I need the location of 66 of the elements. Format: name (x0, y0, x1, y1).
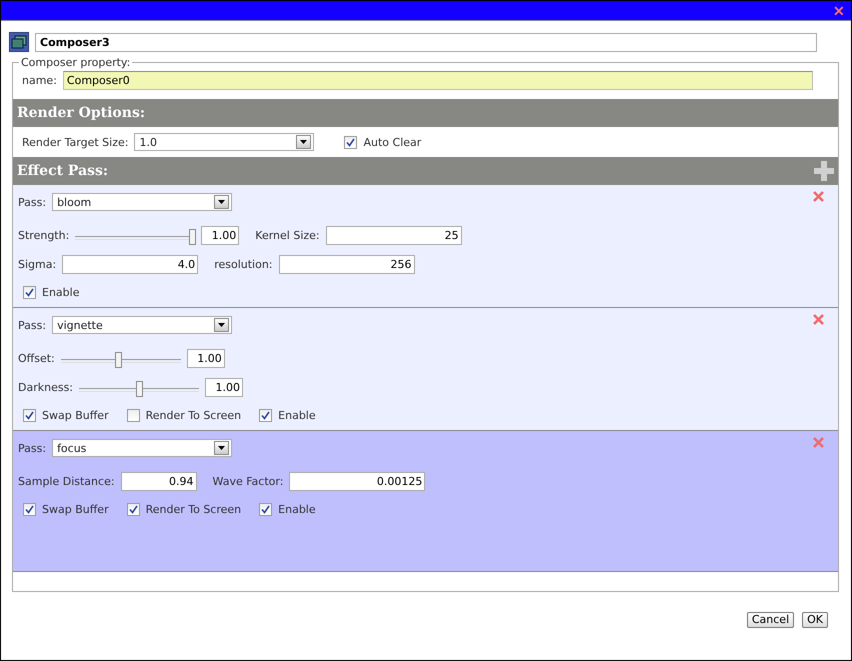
caret-icon (218, 323, 226, 327)
composer-icon (9, 32, 29, 52)
checkbox[interactable] (126, 503, 140, 516)
slider-thumb[interactable] (188, 228, 196, 244)
checkbox[interactable] (259, 503, 272, 516)
field-label: Offset: (18, 352, 55, 365)
dialog-button[interactable]: Cancel (746, 612, 794, 628)
value-field[interactable]: 1.00 (186, 349, 225, 368)
field-label: Darkness: (18, 381, 74, 394)
number-field[interactable]: 0.94 (120, 472, 197, 491)
dropdown[interactable]: vignette (52, 316, 232, 334)
number-field[interactable]: 256 (278, 255, 415, 274)
number-field[interactable]: 25 (326, 226, 462, 245)
checkbox-label: Enable (42, 286, 80, 299)
checkbox-label: Auto Clear (363, 136, 422, 148)
remove-icon[interactable] (813, 191, 824, 202)
checkbox[interactable] (23, 286, 36, 299)
field-label: Render Target Size: (22, 136, 128, 148)
checkbox[interactable] (23, 503, 36, 516)
value-field[interactable]: 1.00 (205, 378, 244, 397)
object-name-field[interactable]: Composer3 (35, 32, 817, 52)
slider[interactable] (79, 380, 200, 394)
checkbox-label: Swap Buffer (42, 503, 109, 516)
checkbox[interactable] (23, 409, 36, 422)
section-title: Effect Pass: (17, 163, 108, 179)
number-field[interactable]: 0.00125 (289, 472, 426, 491)
field-label: Strength: (18, 229, 70, 242)
number-field[interactable]: 4.0 (62, 255, 198, 274)
checkbox-label: Render To Screen (146, 503, 242, 516)
group-legend: Composer property: (19, 56, 132, 69)
checkbox-label: Swap Buffer (42, 409, 109, 422)
remove-icon[interactable] (813, 314, 824, 325)
pass-panel[interactable]: Pass: vignette Offset: 1.00 Darkness: 1.00 Swap Buffer Render To Screen Enable (13, 308, 838, 431)
checkbox-label: Enable (278, 503, 316, 516)
slider[interactable] (75, 228, 196, 242)
field-label: Pass: (18, 196, 46, 208)
add-icon[interactable] (814, 161, 834, 181)
field-label: Sigma: (18, 258, 56, 271)
checkbox[interactable] (126, 409, 140, 422)
dropdown[interactable]: bloom (52, 193, 232, 211)
dropdown[interactable]: focus (52, 439, 232, 457)
slider[interactable] (60, 352, 181, 366)
pass-panel[interactable]: Pass: bloom Strength: 1.00 Kernel Size: 25 Sigma: 4.0 resolution: 256 Enable (13, 185, 838, 308)
checkbox[interactable] (259, 409, 272, 422)
slider-thumb[interactable] (136, 380, 144, 396)
name-label: name: (22, 74, 57, 87)
section-title: Render Options: (17, 105, 146, 121)
caret-icon (218, 446, 226, 450)
field-label: Sample Distance: (18, 475, 115, 488)
field-label: Wave Factor: (212, 475, 284, 488)
field-label: resolution: (214, 258, 273, 271)
caret-icon (300, 140, 308, 144)
checkbox[interactable] (344, 136, 358, 148)
slider-thumb[interactable] (115, 352, 122, 368)
field-label: Pass: (18, 318, 46, 332)
pass-panel[interactable]: Pass: focus Sample Distance: 0.94 Wave Factor: 0.00125 Swap Buffer Render To Screen Enable (13, 431, 838, 572)
value-field[interactable]: 1.00 (201, 226, 240, 245)
dropdown[interactable]: 1.0 (134, 133, 314, 151)
remove-icon[interactable] (813, 437, 824, 448)
caret-icon (218, 200, 226, 204)
checkbox-label: Render To Screen (146, 409, 242, 422)
dialog-button[interactable]: OK (802, 612, 828, 628)
checkbox-label: Enable (278, 409, 316, 422)
field-label: Pass: (18, 442, 46, 454)
field-label: Kernel Size: (255, 229, 320, 242)
name-field[interactable]: Composer0 (62, 71, 813, 90)
